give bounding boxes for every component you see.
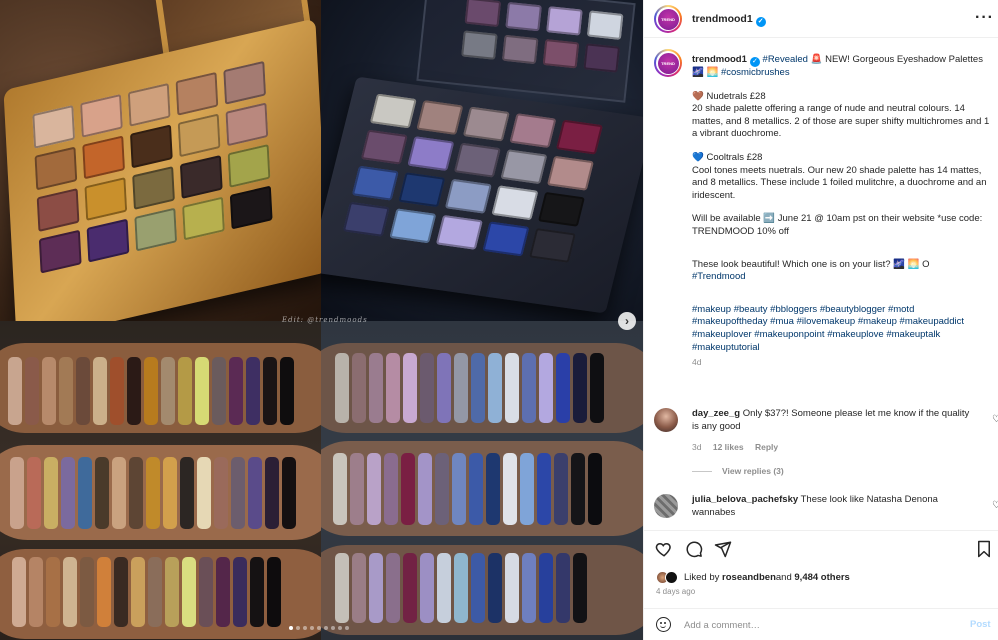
post-header: TREND trendmood1 ✓ ··· bbox=[644, 0, 998, 38]
hashtag-link[interactable]: #Trendmood bbox=[692, 271, 746, 282]
liker-avatar bbox=[665, 571, 678, 584]
more-options-icon[interactable]: ··· bbox=[975, 9, 994, 27]
photo-watermark: Edit: @trendmoods bbox=[282, 316, 368, 324]
caption-age: 4d bbox=[692, 357, 702, 368]
availability-text: Will be available ➡️ June 21 @ 10am pst … bbox=[692, 213, 983, 237]
comment-input[interactable] bbox=[684, 617, 954, 633]
bookmark-icon[interactable] bbox=[975, 540, 993, 558]
post-timestamp[interactable]: 4 days ago bbox=[656, 587, 695, 596]
chevron-right-icon[interactable]: › bbox=[618, 312, 636, 330]
likes-count[interactable]: 9,484 others bbox=[794, 572, 849, 583]
carousel-dot bbox=[317, 626, 321, 630]
warm-swatches-photo bbox=[0, 321, 321, 640]
cooltrals-section: 💙 Cooltrals £28 Cool tones meets nuetral… bbox=[692, 151, 987, 201]
post-comment-button[interactable]: Post bbox=[970, 619, 991, 630]
post-side-panel: TREND trendmood1 ✓ ··· TREND trendmood1 ✓ … bbox=[643, 0, 998, 640]
carousel-dot bbox=[324, 626, 328, 630]
caption-author-avatar[interactable]: TREND bbox=[654, 49, 682, 77]
reply-button[interactable]: Reply bbox=[755, 442, 778, 452]
view-replies-button[interactable]: View replies (3) bbox=[692, 466, 784, 476]
caption-intro: trendmood1 ✓ #Revealed 🚨 NEW! Gorgeous Ey… bbox=[692, 54, 983, 78]
comment-likes[interactable]: 12 likes bbox=[713, 442, 744, 452]
likes-summary: Liked by roseandben and 9,484 others bbox=[656, 571, 850, 584]
comment-icon[interactable] bbox=[685, 540, 703, 558]
verified-badge-icon: ✓ bbox=[749, 57, 760, 67]
carousel-dot bbox=[296, 626, 300, 630]
hashtag-link[interactable]: #cosmicbrushes bbox=[721, 67, 790, 78]
warm-palette-photo bbox=[0, 0, 321, 321]
carousel-dot bbox=[289, 626, 293, 630]
post-media-carousel[interactable]: Edit: @trendmoods › bbox=[0, 0, 643, 640]
add-comment-bar: Post bbox=[644, 608, 998, 640]
verified-badge-icon: ✓ bbox=[755, 17, 766, 27]
emoji-icon[interactable] bbox=[656, 617, 671, 632]
comment-username[interactable]: julia_belova_pachefsky bbox=[692, 494, 798, 505]
carousel-dot bbox=[345, 626, 349, 630]
carousel-dot bbox=[310, 626, 314, 630]
heart-icon[interactable]: ♡ bbox=[992, 414, 998, 425]
carousel-dot bbox=[303, 626, 307, 630]
hashtag-link[interactable]: #Revealed bbox=[763, 54, 808, 65]
hashtag-list[interactable]: #makeup #beauty #bbloggers #beautyblogge… bbox=[692, 304, 990, 354]
share-icon[interactable] bbox=[714, 540, 732, 558]
heart-icon[interactable]: ♡ bbox=[992, 500, 998, 511]
comment-username[interactable]: day_zee_g bbox=[692, 408, 740, 419]
commenter-avatar[interactable] bbox=[654, 408, 678, 432]
caption-username[interactable]: trendmood1 bbox=[692, 54, 747, 65]
liker-username[interactable]: roseandben bbox=[722, 572, 776, 583]
comment-meta: 3d 12 likes Reply bbox=[692, 442, 787, 452]
author-username[interactable]: trendmood1 ✓ bbox=[692, 13, 766, 27]
carousel-dot bbox=[331, 626, 335, 630]
post-caption: trendmood1 ✓ #Revealed 🚨 NEW! Gorgeous Ey… bbox=[692, 54, 990, 369]
question-text: These look beautiful! Which one is on yo… bbox=[692, 258, 930, 283]
nudetrals-section: 🤎 Nudetrals £28 20 shade palette offerin… bbox=[692, 90, 990, 140]
post-actions: Liked by roseandben and 9,484 others 4 d… bbox=[644, 530, 998, 610]
heart-icon[interactable] bbox=[655, 540, 673, 558]
commenter-avatar[interactable] bbox=[654, 494, 678, 518]
comment-age: 3d bbox=[692, 442, 702, 452]
carousel-dot bbox=[338, 626, 342, 630]
carousel-dots bbox=[289, 626, 349, 630]
author-avatar[interactable]: TREND bbox=[654, 5, 682, 33]
cool-swatches-photo bbox=[321, 321, 643, 640]
cool-palette-photo bbox=[321, 0, 643, 321]
